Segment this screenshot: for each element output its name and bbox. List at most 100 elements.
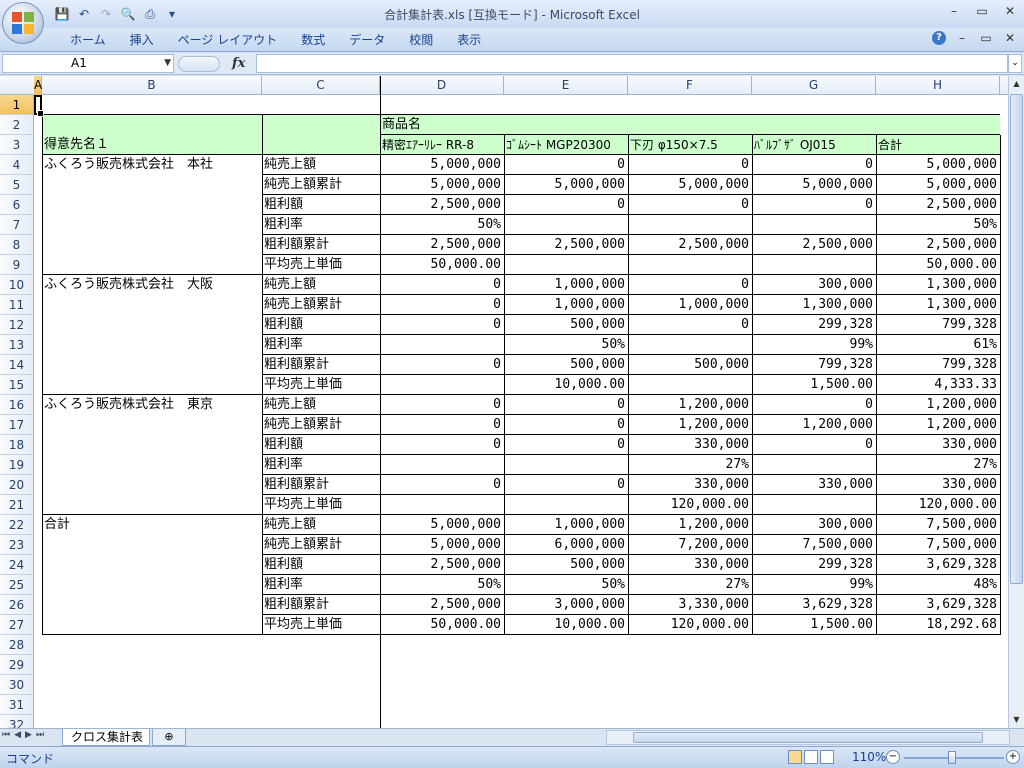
normal-view-icon[interactable]	[788, 750, 802, 764]
row-header-11[interactable]: 11	[0, 295, 34, 315]
row-header-19[interactable]: 19	[0, 455, 34, 475]
value-cell: 27%	[725, 577, 749, 592]
horizontal-scroll-thumb[interactable]	[633, 732, 983, 743]
tab-home[interactable]: ホーム	[58, 32, 118, 50]
value-cell: 500,000	[694, 357, 749, 372]
row-header-22[interactable]: 22	[0, 515, 34, 535]
row-header-14[interactable]: 14	[0, 355, 34, 375]
workbook-close-icon[interactable]: ✕	[1002, 31, 1018, 45]
row-header-2[interactable]: 2	[0, 115, 34, 135]
row-header-24[interactable]: 24	[0, 555, 34, 575]
tab-page-layout[interactable]: ページ レイアウト	[166, 32, 290, 50]
column-header-c[interactable]: C	[262, 76, 380, 95]
column-header-a[interactable]: A	[34, 76, 42, 95]
tab-view[interactable]: 表示	[445, 32, 493, 50]
value-cell	[752, 455, 876, 475]
row-header-20[interactable]: 20	[0, 475, 34, 495]
formula-input[interactable]	[256, 54, 1008, 73]
product-header-cell: ｺﾞﾑｼｰﾄ MGP20300	[506, 138, 611, 152]
row-header-23[interactable]: 23	[0, 535, 34, 555]
insert-function-icon[interactable]: fx	[232, 56, 245, 71]
row-header-6[interactable]: 6	[0, 195, 34, 215]
prev-sheet-icon[interactable]: ◀	[14, 730, 21, 740]
row-header-8[interactable]: 8	[0, 235, 34, 255]
row-header-4[interactable]: 4	[0, 155, 34, 175]
minimize-icon[interactable]: –	[944, 4, 964, 18]
value-cell: 61%	[973, 337, 997, 352]
row-header-3[interactable]: 3	[0, 135, 34, 155]
row-header-7[interactable]: 7	[0, 215, 34, 235]
row-header-10[interactable]: 10	[0, 275, 34, 295]
product-header-cell: 下刃 φ150×7.5	[630, 138, 718, 152]
row-header-26[interactable]: 26	[0, 595, 34, 615]
metric-cell: 平均売上単価	[264, 377, 343, 392]
scroll-up-icon[interactable]: ▲	[1009, 76, 1024, 92]
row-header-18[interactable]: 18	[0, 435, 34, 455]
customer-header-label: 得意先名１	[44, 137, 110, 152]
row-header-16[interactable]: 16	[0, 395, 34, 415]
row-header-12[interactable]: 12	[0, 315, 34, 335]
workbook-minimize-icon[interactable]: –	[954, 31, 970, 45]
value-cell: 799,328	[942, 357, 997, 372]
row-header-15[interactable]: 15	[0, 375, 34, 395]
next-sheet-icon[interactable]: ▶	[25, 730, 32, 740]
column-header-b[interactable]: B	[42, 76, 262, 95]
tab-formulas[interactable]: 数式	[289, 32, 337, 50]
column-header-d[interactable]: D	[380, 76, 504, 95]
column-header-g[interactable]: G	[752, 76, 876, 95]
zoom-in-icon[interactable]: +	[1006, 750, 1020, 764]
value-cell: 0	[617, 417, 625, 432]
row-header-17[interactable]: 17	[0, 415, 34, 435]
row-header-5[interactable]: 5	[0, 175, 34, 195]
first-sheet-icon[interactable]: ⏮	[2, 730, 10, 740]
tab-insert[interactable]: 挿入	[118, 32, 166, 50]
close-icon[interactable]: ✕	[1000, 4, 1020, 18]
row-header-13[interactable]: 13	[0, 335, 34, 355]
formula-bar-handle[interactable]	[178, 55, 220, 72]
row-header-29[interactable]: 29	[0, 655, 34, 675]
row-header-1[interactable]: 1	[0, 95, 34, 115]
column-header-e[interactable]: E	[504, 76, 628, 95]
value-cell: 50%	[973, 217, 997, 232]
restore-icon[interactable]: ▭	[972, 4, 992, 18]
vertical-scrollbar[interactable]: ▲ ▼	[1008, 76, 1024, 728]
help-icon[interactable]: ?	[932, 31, 946, 45]
name-box[interactable]: A1 ▼	[2, 54, 174, 73]
horizontal-scrollbar[interactable]	[606, 730, 1010, 745]
zoom-out-icon[interactable]: −	[886, 750, 900, 764]
row-header-31[interactable]: 31	[0, 695, 34, 715]
value-cell: 1,200,000	[802, 417, 873, 432]
vertical-scroll-thumb[interactable]	[1010, 94, 1023, 584]
ribbon-tabs: ホーム 挿入 ページ レイアウト 数式 データ 校閲 表示 ? – ▭ ✕	[0, 28, 1024, 52]
row-header-27[interactable]: 27	[0, 615, 34, 635]
column-header-h[interactable]: H	[876, 76, 1000, 95]
zoom-slider-knob[interactable]	[948, 751, 956, 764]
value-cell: 0	[493, 357, 501, 372]
row-header-9[interactable]: 9	[0, 255, 34, 275]
row-header-28[interactable]: 28	[0, 635, 34, 655]
last-sheet-icon[interactable]: ⏭	[36, 730, 44, 740]
expand-formula-bar-icon[interactable]: ⌄	[1008, 54, 1022, 73]
chevron-down-icon[interactable]: ▼	[164, 55, 171, 72]
insert-sheet-icon[interactable]: ⊕	[152, 729, 186, 746]
row-header-30[interactable]: 30	[0, 675, 34, 695]
page-break-view-icon[interactable]	[820, 750, 834, 764]
row-header-21[interactable]: 21	[0, 495, 34, 515]
table-border	[504, 135, 505, 635]
tab-data[interactable]: データ	[337, 32, 397, 50]
sheet-tab-active[interactable]: クロス集計表	[62, 729, 150, 746]
office-button[interactable]	[2, 2, 44, 44]
worksheet-grid[interactable]: ABCDEFGH 1 2 3 4 5 6 7 8 9 10 11 12 13 14 15 16 17 18 19 20…	[0, 76, 1008, 728]
tab-review[interactable]: 校閲	[397, 32, 445, 50]
customer-cell: ふくろう販売株式会社 東京	[44, 397, 214, 412]
page-layout-view-icon[interactable]	[804, 750, 818, 764]
row-header-32[interactable]: 32	[0, 715, 34, 728]
column-header-f[interactable]: F	[628, 76, 752, 95]
metric-cell: 平均売上単価	[264, 497, 343, 512]
scroll-down-icon[interactable]: ▼	[1009, 712, 1024, 728]
value-cell: 2,500,000	[926, 197, 997, 212]
zoom-level[interactable]: 110%	[852, 750, 886, 764]
row-header-25[interactable]: 25	[0, 575, 34, 595]
workbook-restore-icon[interactable]: ▭	[978, 31, 994, 45]
value-cell: 0	[741, 157, 749, 172]
